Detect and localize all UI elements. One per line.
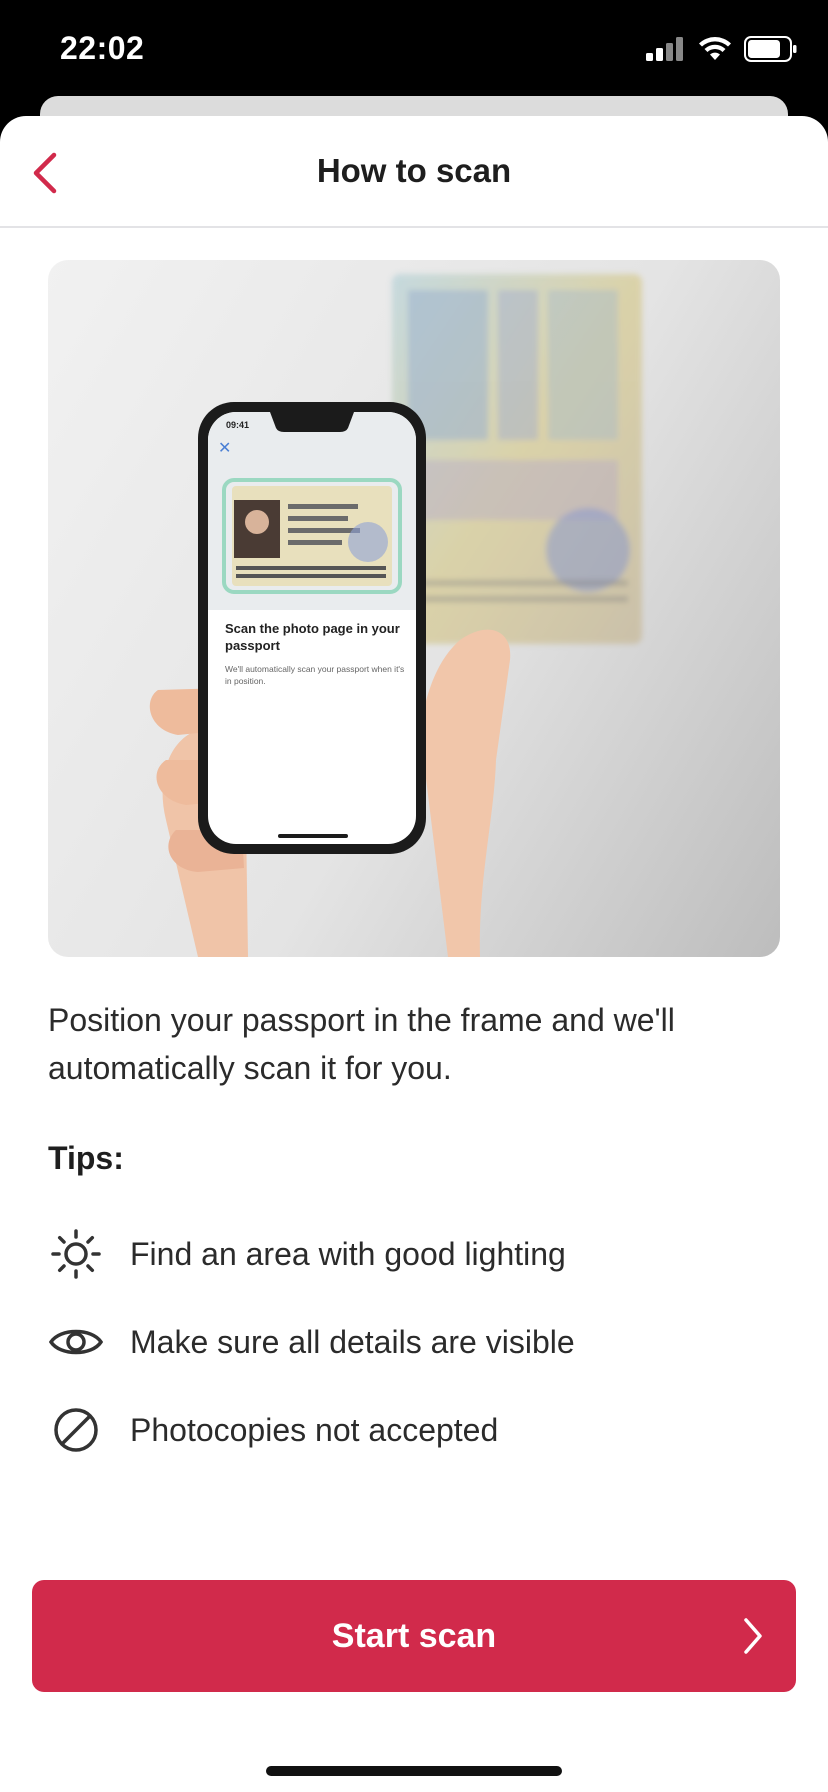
phone-time: 09:41: [226, 420, 250, 430]
how-to-scan-sheet: How to scan 09:41 ✕ Scan the photo page …: [0, 116, 828, 1792]
tips-heading: Tips:: [48, 1140, 124, 1176]
status-bar: 22:02: [0, 0, 828, 100]
navigation-bar: How to scan: [0, 116, 828, 228]
list-item: Find an area with good lighting: [48, 1210, 788, 1298]
phone-close-icon: ✕: [218, 440, 232, 457]
eye-icon: [48, 1314, 104, 1370]
status-time: 22:02: [60, 30, 145, 66]
home-indicator[interactable]: [266, 1766, 562, 1776]
wifi-icon: [699, 37, 731, 60]
intro-text: Position your passport in the frame and …: [48, 1002, 675, 1086]
tip-text: Photocopies not accepted: [130, 1411, 499, 1448]
prohibited-icon: [48, 1402, 104, 1458]
cellular-signal-icon: [646, 37, 683, 61]
list-item: Make sure all details are visible: [48, 1298, 788, 1386]
status-icons: [646, 36, 798, 62]
phone-heading: Scan the photo page in your passport: [225, 621, 400, 653]
chevron-right-icon: [744, 1618, 762, 1654]
tip-text: Make sure all details are visible: [130, 1323, 575, 1360]
page-title: How to scan: [316, 152, 512, 189]
scan-illustration-graphic: [149, 274, 642, 957]
tips-list: Find an area with good lighting Make sur…: [48, 1210, 788, 1474]
list-item: Photocopies not accepted: [48, 1386, 788, 1474]
start-scan-label: Start scan: [331, 1616, 497, 1655]
start-scan-button[interactable]: Start scan: [32, 1580, 796, 1692]
phone-subtext: We'll automatically scan your passport w…: [225, 664, 405, 686]
sun-icon: [48, 1226, 104, 1282]
tip-text: Find an area with good lighting: [130, 1235, 566, 1272]
battery-icon: [744, 36, 797, 62]
scan-illustration: 09:41 ✕ Scan the photo page in your pass…: [48, 260, 780, 957]
